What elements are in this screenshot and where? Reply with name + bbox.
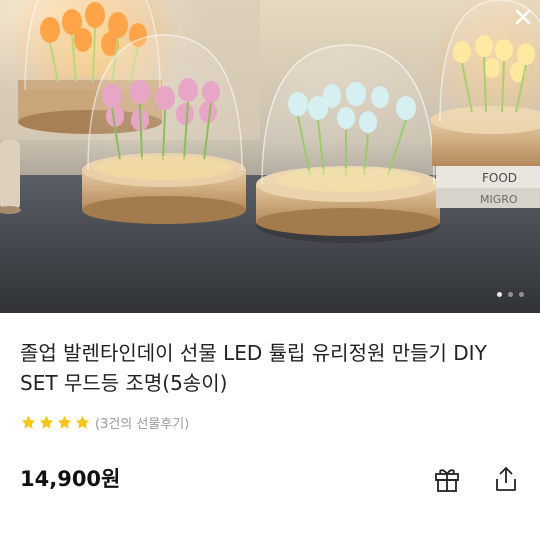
gift-button[interactable] (430, 462, 464, 496)
product-price: 14,900원 (20, 467, 121, 491)
carousel-dot[interactable] (508, 292, 513, 297)
book-text-2: MIGRO (480, 193, 518, 206)
gift-icon (435, 469, 459, 492)
star-icon (39, 415, 54, 429)
review-count-link[interactable]: (3건의 선물후기) (95, 413, 189, 432)
book-text-1: FOOD (482, 171, 517, 185)
share-icon (496, 467, 516, 491)
carousel-dot[interactable] (519, 292, 524, 297)
carousel-dot[interactable] (497, 292, 502, 297)
star-icon (75, 415, 90, 429)
star-icon (21, 415, 36, 429)
share-button[interactable] (489, 462, 523, 496)
rating-row: (3건의 선물후기) (20, 412, 189, 432)
product-image[interactable]: FOOD MIGRO (0, 0, 540, 313)
product-title: 졸업 발렌타인데이 선물 LED 튤립 유리정원 만들기 DIY SET 무드등… (20, 341, 487, 395)
dome-yellow: FOOD MIGRO (430, 0, 540, 208)
rating-stars (20, 414, 91, 431)
star-icon (57, 415, 72, 429)
close-icon[interactable] (512, 6, 534, 28)
carousel-indicator (497, 292, 524, 297)
